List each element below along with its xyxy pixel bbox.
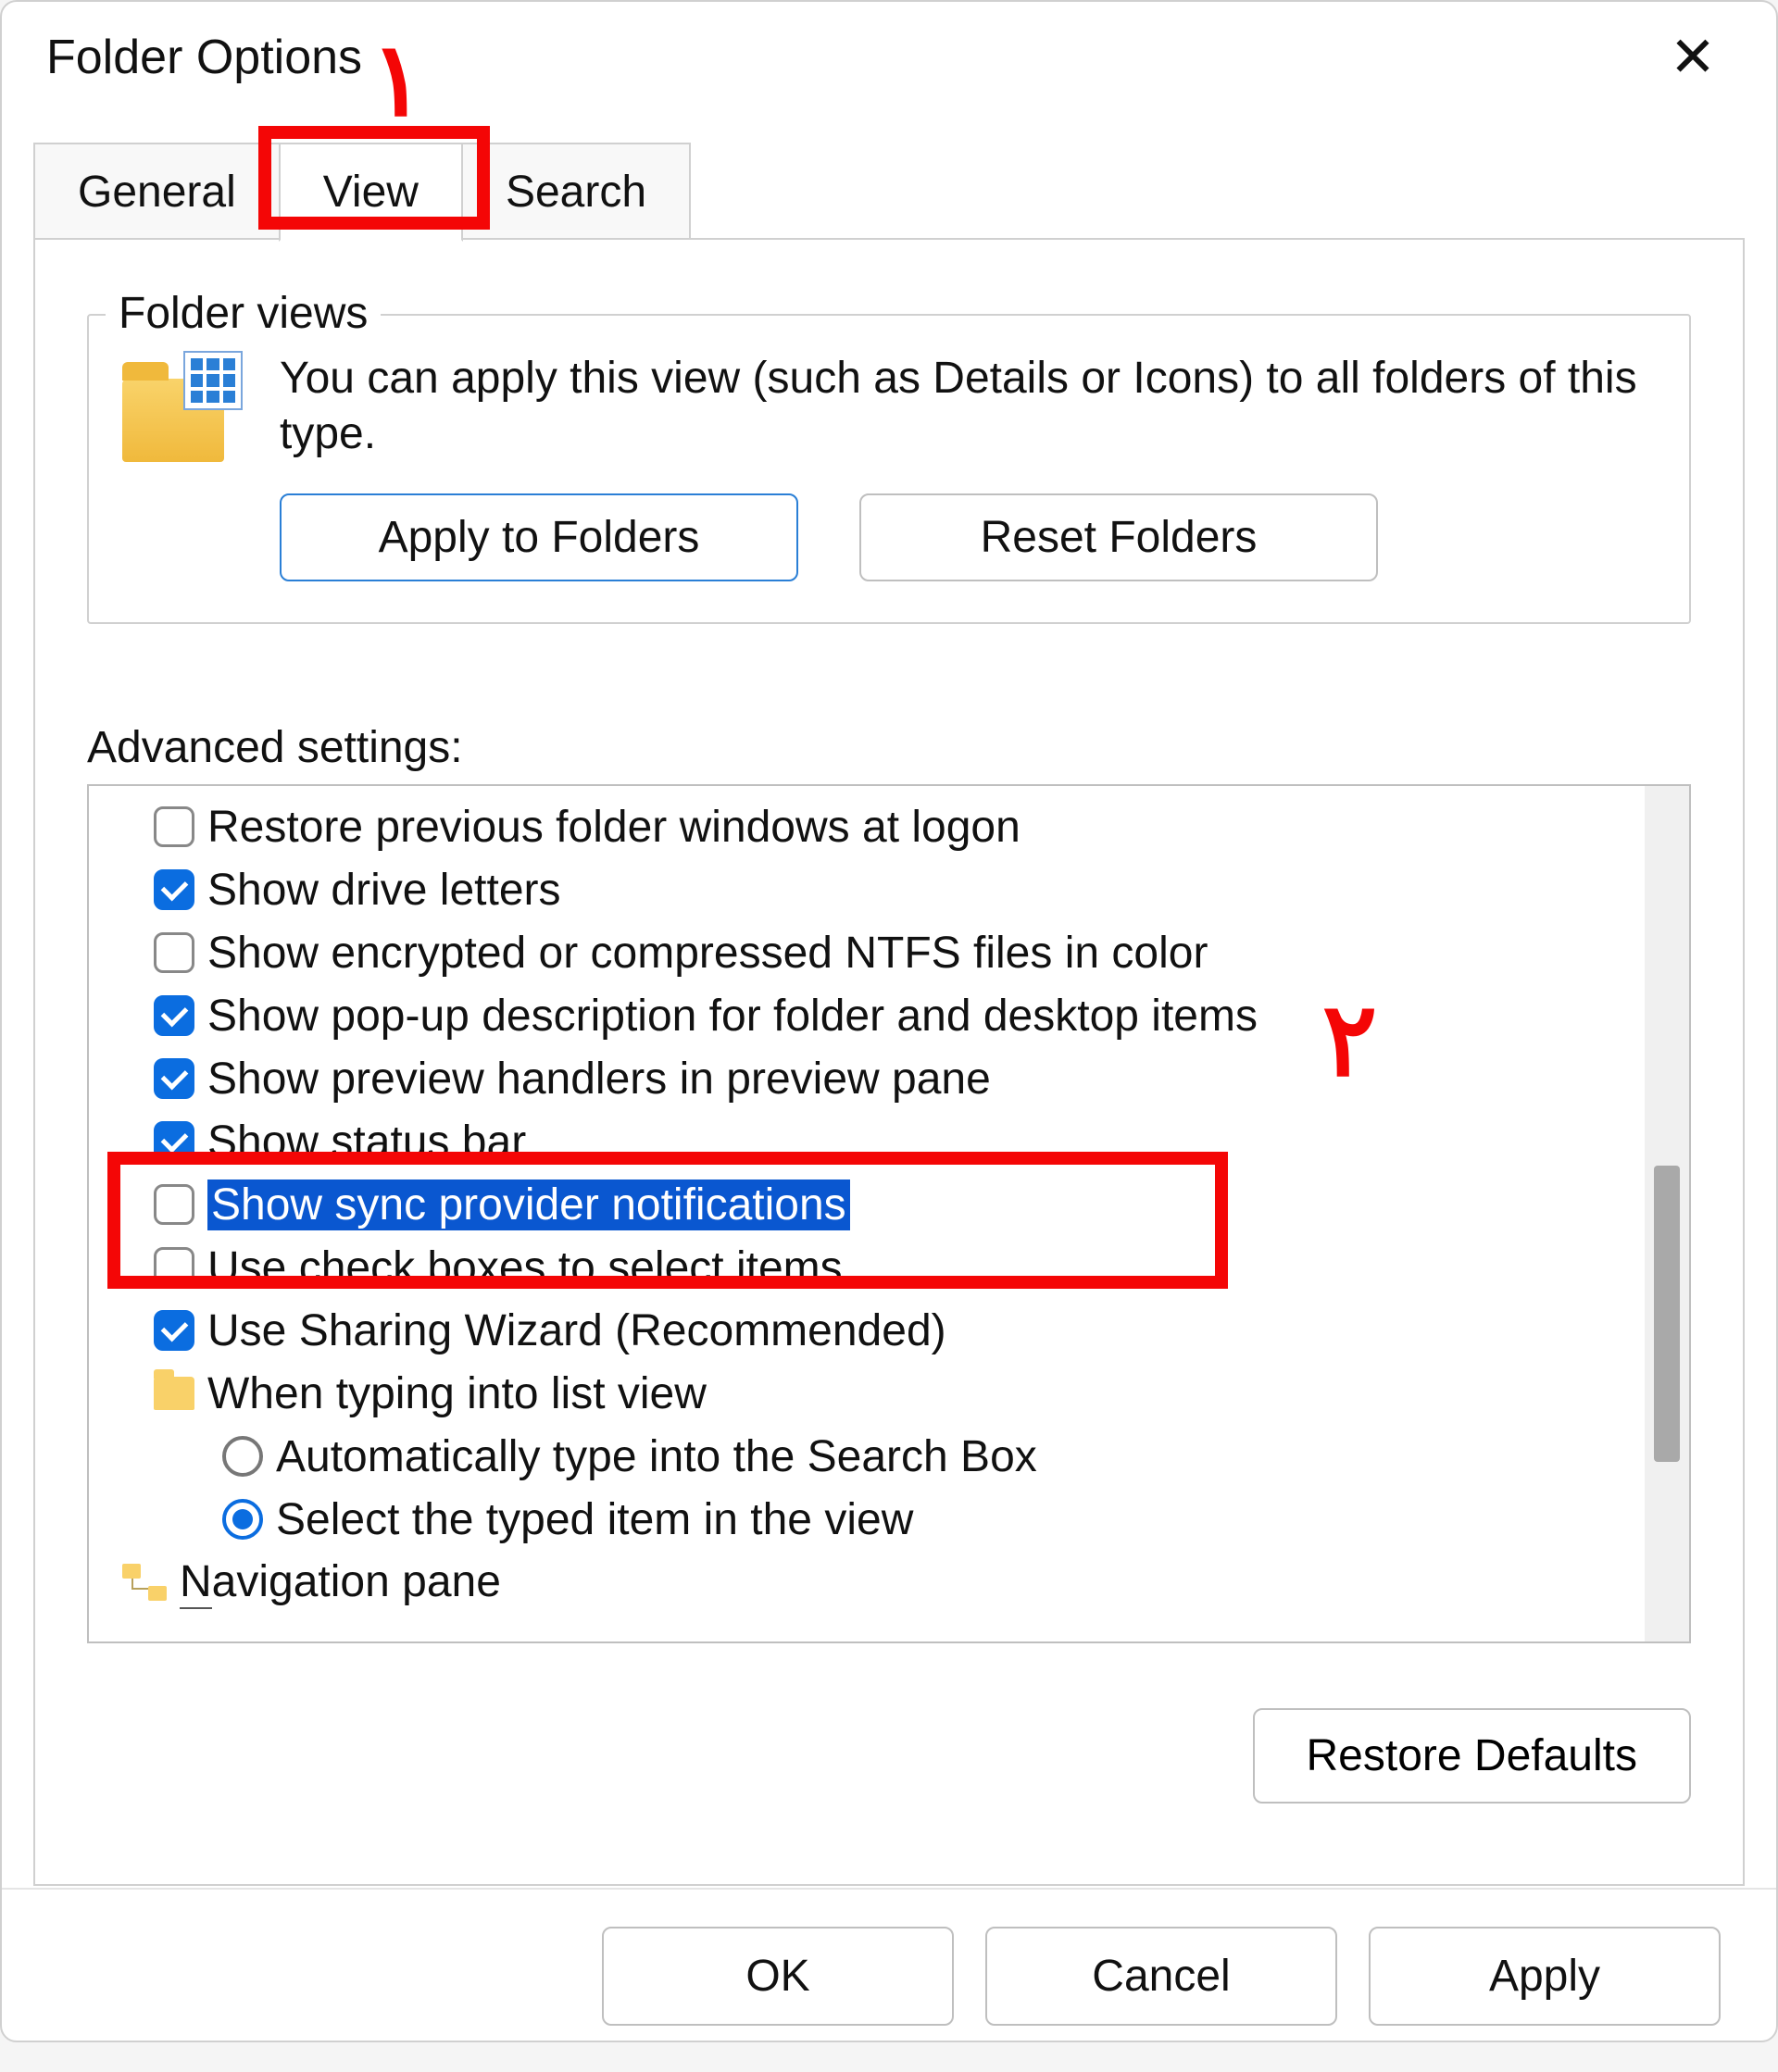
setting-sharing-wizard[interactable]: Use Sharing Wizard (Recommended) [122, 1299, 1630, 1362]
folder-icon [154, 1377, 194, 1410]
setting-label: Show preview handlers in preview pane [207, 1054, 991, 1105]
setting-checkboxes[interactable]: Use check boxes to select items [122, 1236, 1630, 1299]
apply-to-folders-button[interactable]: Apply to Folders [280, 493, 798, 581]
tab-general[interactable]: General [33, 143, 281, 240]
dialog-footer: OK Cancel Apply [2, 1888, 1776, 2072]
cancel-button[interactable]: Cancel [985, 1927, 1337, 2026]
tab-view-panel: Folder views You can apply this view (su… [33, 238, 1745, 1886]
setting-label: Navigation pane [180, 1556, 501, 1609]
checkbox-icon[interactable] [154, 1247, 194, 1288]
setting-popup-desc[interactable]: Show pop-up description for folder and d… [122, 984, 1630, 1047]
apply-button[interactable]: Apply [1369, 1927, 1721, 2026]
checkbox-icon[interactable] [154, 1058, 194, 1099]
scrollbar[interactable] [1645, 786, 1689, 1641]
setting-label: Use check boxes to select items [207, 1242, 843, 1293]
setting-drive-letters[interactable]: Show drive letters [122, 858, 1630, 921]
annotation-number-1: ۱ [370, 20, 425, 139]
setting-label: Show sync provider notifications [207, 1180, 850, 1230]
dialog-title: Folder Options [46, 30, 362, 85]
tabs: General View Search [33, 141, 1745, 240]
tab-view[interactable]: View [279, 143, 463, 242]
setting-label: Restore previous folder windows at logon [207, 802, 1020, 853]
setting-label: Automatically type into the Search Box [276, 1431, 1037, 1482]
setting-label: Select the typed item in the view [276, 1494, 913, 1545]
close-icon[interactable]: ✕ [1660, 30, 1725, 85]
setting-label: Show encrypted or compressed NTFS files … [207, 928, 1208, 979]
setting-restore-previous[interactable]: Restore previous folder windows at logon [122, 795, 1630, 858]
setting-label: Use Sharing Wizard (Recommended) [207, 1305, 946, 1356]
annotation-number-2: ۲ [1322, 980, 1377, 1099]
checkbox-icon[interactable] [154, 1121, 194, 1162]
folder-views-description: You can apply this view (such as Details… [280, 351, 1656, 462]
setting-preview-handlers[interactable]: Show preview handlers in preview pane [122, 1047, 1630, 1110]
checkbox-icon[interactable] [154, 932, 194, 973]
checkbox-icon[interactable] [154, 1184, 194, 1225]
setting-ntfs-color[interactable]: Show encrypted or compressed NTFS files … [122, 921, 1630, 984]
checkbox-icon[interactable] [154, 1310, 194, 1351]
reset-folders-button[interactable]: Reset Folders [859, 493, 1378, 581]
folder-views-icon [122, 351, 243, 462]
folder-views-group: Folder views You can apply this view (su… [87, 314, 1691, 624]
tab-search[interactable]: Search [461, 143, 691, 240]
setting-label: When typing into list view [207, 1368, 707, 1419]
checkbox-icon[interactable] [154, 995, 194, 1036]
setting-typing-search[interactable]: Automatically type into the Search Box [122, 1425, 1630, 1488]
setting-label: Show pop-up description for folder and d… [207, 991, 1258, 1042]
setting-typing-group: When typing into list view [122, 1362, 1630, 1425]
radio-icon[interactable] [222, 1499, 263, 1540]
setting-navigation-pane: Navigation pane [122, 1551, 1630, 1614]
checkbox-icon[interactable] [154, 869, 194, 910]
tree-icon [122, 1564, 167, 1601]
setting-label: Show status bar [207, 1117, 526, 1167]
folder-views-legend: Folder views [106, 288, 381, 339]
titlebar: Folder Options ✕ [2, 2, 1776, 104]
scrollbar-thumb[interactable] [1654, 1166, 1680, 1462]
radio-icon[interactable] [222, 1436, 263, 1477]
advanced-settings-label: Advanced settings: [87, 722, 1691, 773]
ok-button[interactable]: OK [602, 1927, 954, 2026]
restore-defaults-button[interactable]: Restore Defaults [1253, 1708, 1692, 1804]
setting-label: Show drive letters [207, 865, 561, 916]
setting-status-bar[interactable]: Show status bar [122, 1110, 1630, 1173]
folder-options-dialog: Folder Options ✕ ۱ General View Search F… [0, 0, 1778, 2042]
setting-sync-provider[interactable]: Show sync provider notifications [122, 1173, 1630, 1236]
checkbox-icon[interactable] [154, 806, 194, 847]
setting-typing-select[interactable]: Select the typed item in the view [122, 1488, 1630, 1551]
advanced-settings-list: Restore previous folder windows at logon… [87, 784, 1691, 1643]
